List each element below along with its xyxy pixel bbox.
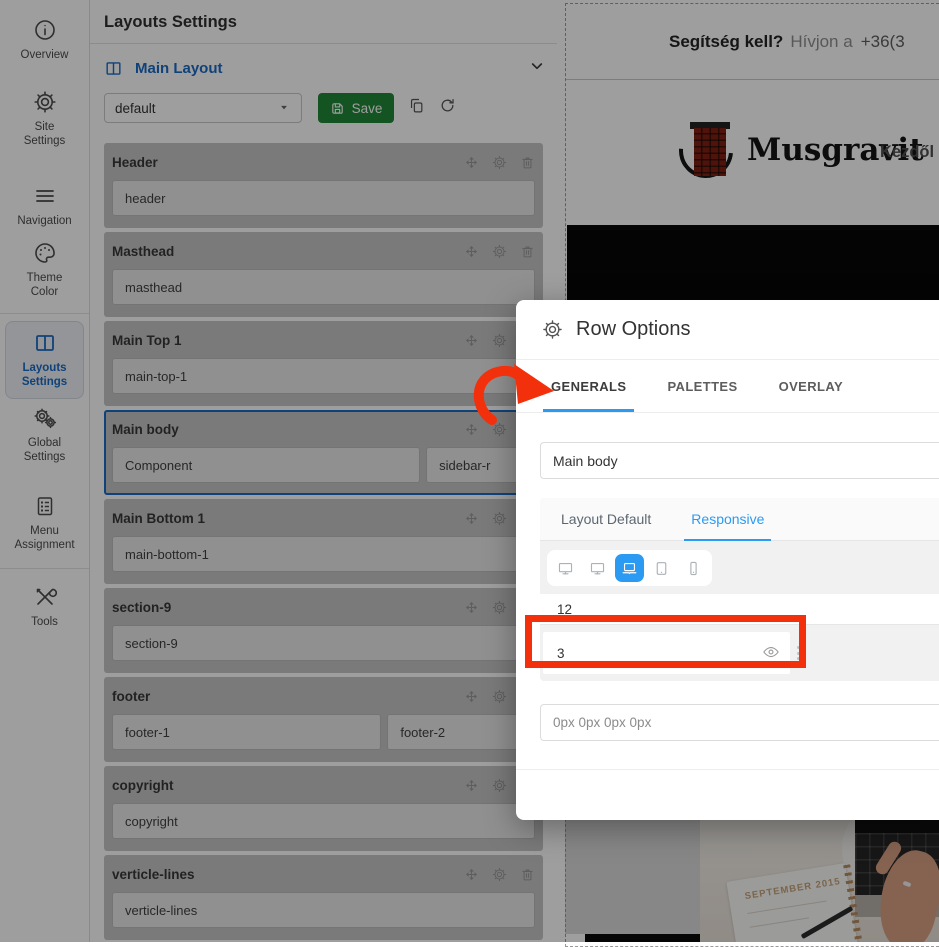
modal-footer-divider xyxy=(516,769,939,770)
columns-default-value[interactable]: 12 xyxy=(540,594,939,625)
tablet-icon xyxy=(653,560,670,577)
modal-title: Row Options xyxy=(576,318,691,340)
device-laptop-button[interactable] xyxy=(615,554,644,582)
device-desktop-button[interactable] xyxy=(583,554,612,582)
modal-header: Row Options xyxy=(516,300,939,360)
tab-generals[interactable]: GENERALS xyxy=(542,360,635,412)
gear-icon xyxy=(542,319,563,340)
tab-overlay[interactable]: OVERLAY xyxy=(777,360,845,412)
columns-responsive-row: 3 xyxy=(540,625,939,681)
responsive-tabs: Layout Default Responsive xyxy=(540,498,939,541)
eye-icon[interactable] xyxy=(762,643,780,664)
device-selector xyxy=(540,541,939,594)
row-options-modal: Row Options GENERALS PALETTES OVERLAY La… xyxy=(516,300,939,820)
monitor-large-icon xyxy=(557,560,574,577)
tab-layout-default[interactable]: Layout Default xyxy=(561,498,651,540)
monitor-icon xyxy=(589,560,606,577)
row-name-input[interactable] xyxy=(540,442,939,479)
tab-palettes[interactable]: PALETTES xyxy=(665,360,739,412)
device-desktop-large-button[interactable] xyxy=(551,554,580,582)
columns-responsive-value: 3 xyxy=(557,645,565,661)
laptop-icon xyxy=(621,560,638,577)
responsive-settings: Layout Default Responsive 12 3 xyxy=(540,498,939,681)
device-mobile-button[interactable] xyxy=(679,554,708,582)
device-tablet-button[interactable] xyxy=(647,554,676,582)
spacing-input[interactable] xyxy=(540,704,939,741)
modal-tabs: GENERALS PALETTES OVERLAY xyxy=(516,360,939,413)
kebab-menu-icon[interactable] xyxy=(797,646,800,660)
tab-responsive[interactable]: Responsive xyxy=(684,498,772,541)
phone-icon xyxy=(685,560,702,577)
columns-responsive-input[interactable]: 3 xyxy=(543,632,790,674)
